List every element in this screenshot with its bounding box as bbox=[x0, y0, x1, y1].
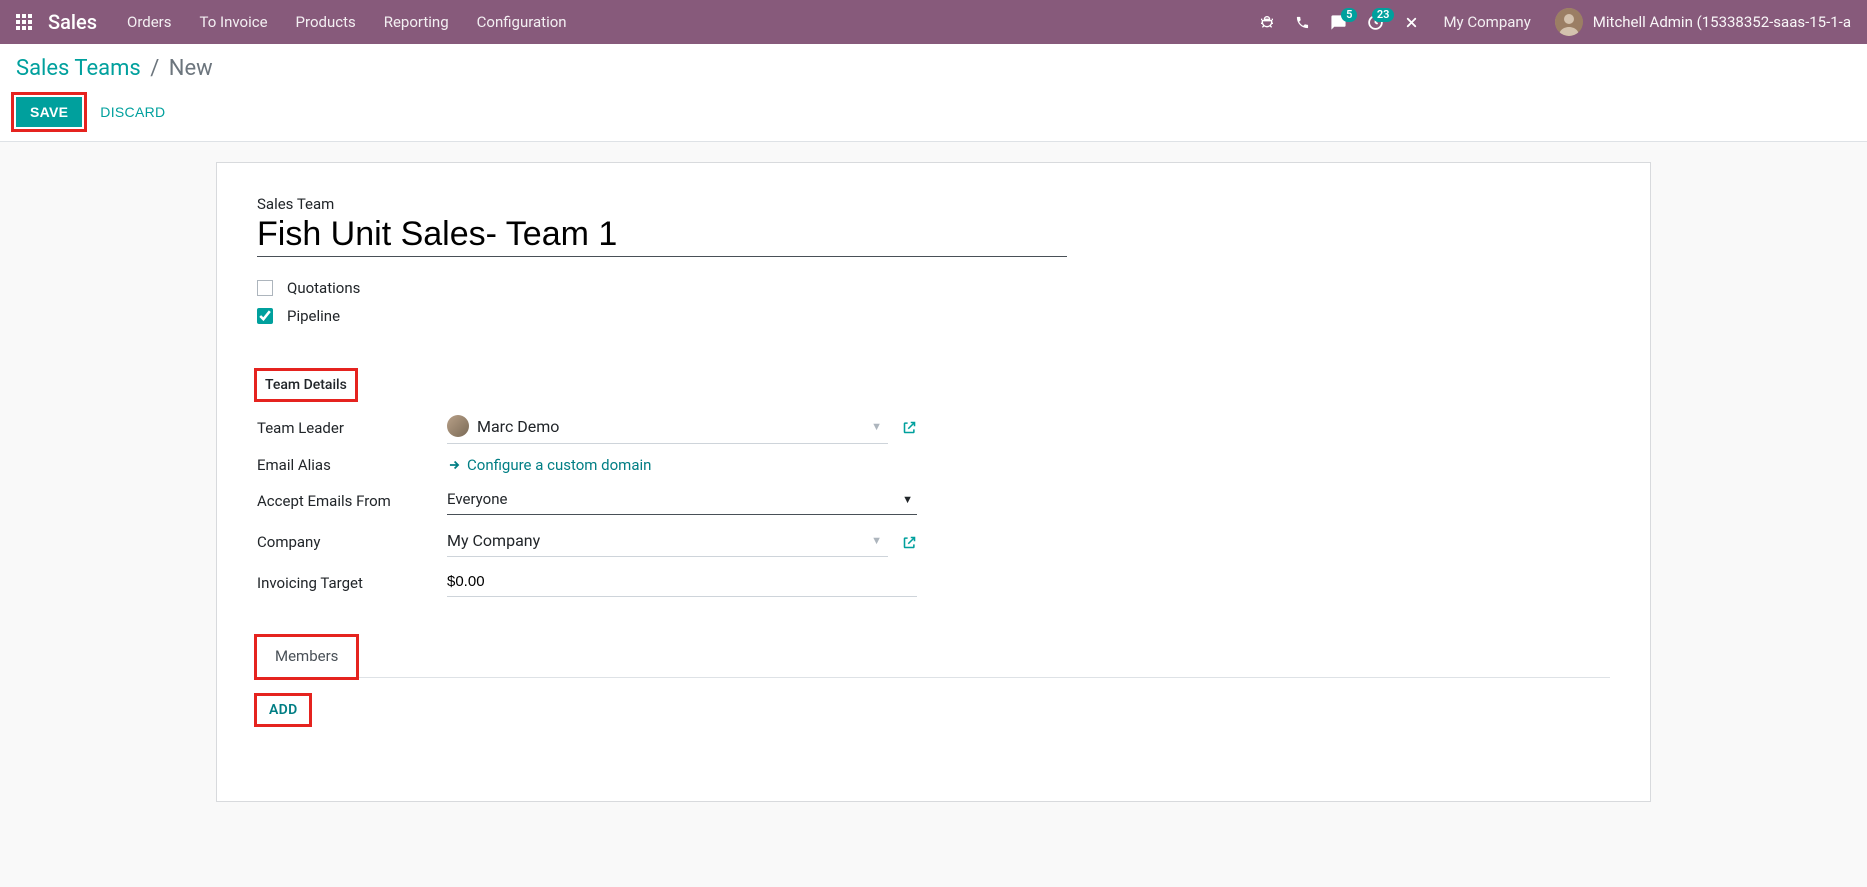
breadcrumb-parent[interactable]: Sales Teams bbox=[16, 56, 141, 81]
discard-button[interactable]: DISCARD bbox=[100, 97, 165, 127]
user-name: Mitchell Admin (15338352-saas-15-1-a bbox=[1593, 13, 1851, 31]
section-team-details: Team Details bbox=[257, 371, 355, 399]
nav-to-invoice[interactable]: To Invoice bbox=[200, 13, 268, 31]
email-alias-label: Email Alias bbox=[257, 456, 447, 474]
messages-badge: 5 bbox=[1341, 8, 1357, 22]
team-leader-field[interactable]: Marc Demo ▼ bbox=[447, 411, 888, 444]
activities-badge: 23 bbox=[1372, 8, 1395, 22]
user-menu[interactable]: Mitchell Admin (15338352-saas-15-1-a bbox=[1555, 8, 1851, 36]
nav-products[interactable]: Products bbox=[296, 13, 356, 31]
nav-reporting[interactable]: Reporting bbox=[384, 13, 449, 31]
app-brand[interactable]: Sales bbox=[48, 10, 97, 34]
select-caret-icon: ▼ bbox=[902, 493, 917, 506]
form-sheet: Sales Team Quotations Pipeline Team Deta… bbox=[216, 162, 1651, 802]
nav-configuration[interactable]: Configuration bbox=[477, 13, 567, 31]
top-navbar: Sales Orders To Invoice Products Reporti… bbox=[0, 0, 1867, 44]
team-leader-external-link-icon[interactable] bbox=[902, 420, 917, 435]
company-field[interactable]: My Company ▼ bbox=[447, 527, 888, 557]
control-panel: Sales Teams / New SAVE DISCARD bbox=[0, 44, 1867, 142]
accept-emails-select[interactable]: Everyone ▼ bbox=[447, 486, 917, 515]
configure-domain-text: Configure a custom domain bbox=[467, 456, 651, 474]
tab-members[interactable]: Members bbox=[257, 637, 356, 677]
quotations-checkbox[interactable] bbox=[257, 280, 273, 296]
breadcrumb: Sales Teams / New bbox=[16, 56, 1851, 81]
company-label: Company bbox=[257, 533, 447, 551]
breadcrumb-current: New bbox=[169, 56, 213, 81]
messages-icon[interactable]: 5 bbox=[1330, 14, 1347, 31]
phone-icon[interactable] bbox=[1295, 15, 1310, 30]
company-switcher[interactable]: My Company bbox=[1443, 13, 1530, 31]
add-member-button[interactable]: ADD bbox=[257, 696, 309, 724]
company-value: My Company bbox=[447, 531, 540, 550]
apps-menu-icon[interactable] bbox=[16, 14, 32, 30]
title-label: Sales Team bbox=[257, 195, 1610, 213]
invoicing-target-input[interactable] bbox=[447, 569, 917, 597]
team-leader-avatar bbox=[447, 415, 469, 437]
team-name-input[interactable] bbox=[257, 215, 1067, 257]
dropdown-caret-icon: ▼ bbox=[871, 420, 888, 433]
accept-emails-value: Everyone bbox=[447, 490, 507, 508]
invoicing-target-label: Invoicing Target bbox=[257, 574, 447, 592]
pipeline-label: Pipeline bbox=[287, 307, 340, 325]
quotations-label: Quotations bbox=[287, 279, 360, 297]
activities-icon[interactable]: 23 bbox=[1367, 14, 1384, 31]
accept-emails-label: Accept Emails From bbox=[257, 492, 447, 510]
debug-icon[interactable] bbox=[1259, 14, 1275, 30]
configure-domain-link[interactable]: Configure a custom domain bbox=[447, 456, 651, 474]
team-leader-label: Team Leader bbox=[257, 419, 447, 437]
dropdown-caret-icon: ▼ bbox=[871, 534, 888, 547]
user-avatar bbox=[1555, 8, 1583, 36]
tools-icon[interactable] bbox=[1404, 15, 1419, 30]
company-external-link-icon[interactable] bbox=[902, 535, 917, 550]
save-button[interactable]: SAVE bbox=[16, 97, 82, 127]
breadcrumb-separator: / bbox=[150, 56, 159, 81]
pipeline-checkbox[interactable] bbox=[257, 308, 273, 324]
nav-orders[interactable]: Orders bbox=[127, 13, 172, 31]
team-leader-value: Marc Demo bbox=[477, 417, 559, 436]
